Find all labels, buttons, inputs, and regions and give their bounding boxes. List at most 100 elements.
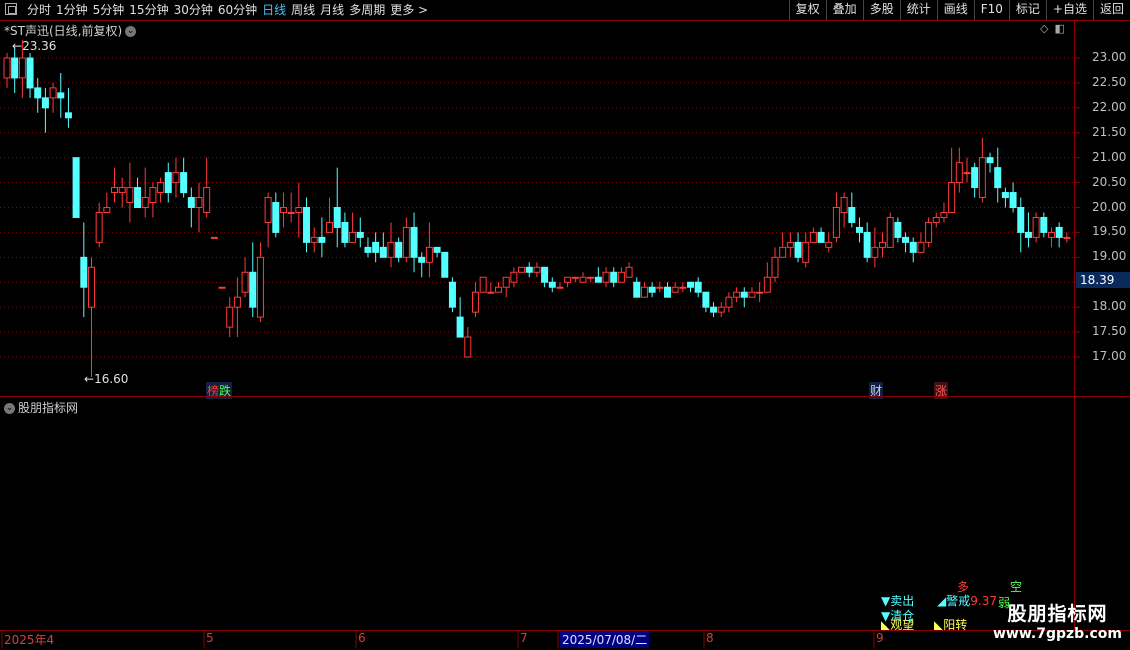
candle-body bbox=[694, 281, 702, 293]
candle-body bbox=[863, 231, 871, 258]
candle-body bbox=[579, 276, 587, 283]
candle-body bbox=[141, 197, 149, 209]
candle-body bbox=[249, 271, 257, 308]
candle-body bbox=[3, 57, 11, 79]
candle-body bbox=[118, 187, 126, 194]
candle-body bbox=[303, 207, 311, 243]
candle-body bbox=[1009, 192, 1017, 209]
candle-body bbox=[518, 266, 526, 273]
candle-body bbox=[541, 266, 549, 283]
candle-body bbox=[571, 276, 579, 279]
candle-body bbox=[349, 231, 357, 243]
candle-body bbox=[495, 286, 503, 293]
candle-body bbox=[464, 336, 472, 358]
candle-body bbox=[564, 276, 572, 283]
date-axis-label: 2025/07/08/二 bbox=[560, 631, 650, 648]
candle-body bbox=[978, 157, 986, 199]
candle-body bbox=[72, 157, 80, 218]
candle-body bbox=[940, 211, 948, 218]
date-axis-label: 7 bbox=[520, 631, 528, 645]
candle-body bbox=[733, 291, 741, 298]
price-tick-label: 17.50 bbox=[1092, 324, 1127, 339]
candle-body bbox=[848, 207, 856, 223]
candle-body bbox=[425, 246, 433, 263]
candle-body bbox=[656, 286, 664, 289]
candle-body bbox=[111, 187, 119, 194]
signal-warn-text: 警戒 bbox=[946, 594, 971, 608]
candle-body bbox=[26, 57, 34, 89]
candle-body bbox=[525, 266, 533, 273]
price-tick-label: 22.00 bbox=[1092, 99, 1127, 114]
date-axis-label: 5 bbox=[206, 631, 214, 645]
candle-body bbox=[87, 266, 95, 308]
candle-body bbox=[756, 291, 764, 294]
high-price-value: 23.36 bbox=[22, 39, 57, 53]
candle-body bbox=[1017, 207, 1025, 233]
candle-body bbox=[625, 266, 633, 278]
chevron-down-icon[interactable]: ⌄ bbox=[4, 403, 15, 414]
price-tick-label: 20.50 bbox=[1092, 174, 1127, 189]
signal-duo: 多 bbox=[957, 580, 970, 594]
candle-body bbox=[387, 241, 395, 258]
date-axis-label: 8 bbox=[706, 631, 714, 645]
low-price-marker: ←16.60 bbox=[84, 372, 129, 386]
candle-body bbox=[794, 241, 802, 258]
watermark-title: 股朋指标网 bbox=[1007, 603, 1108, 625]
date-axis-label: 6 bbox=[358, 631, 366, 645]
low-price-value: 16.60 bbox=[94, 372, 129, 386]
candle-body bbox=[825, 241, 833, 248]
candle-body bbox=[610, 271, 618, 283]
candle-body bbox=[226, 306, 234, 328]
candle-body bbox=[379, 246, 387, 258]
candle-body bbox=[441, 251, 449, 278]
indicator-pane-title-text: 股朋指标网 bbox=[18, 401, 79, 415]
candle-body bbox=[948, 182, 956, 213]
candle-body bbox=[855, 226, 863, 233]
candle-body bbox=[187, 197, 195, 209]
candle-body bbox=[95, 211, 103, 243]
candle-body bbox=[241, 271, 249, 293]
candle-body bbox=[679, 286, 687, 289]
candle-body bbox=[594, 276, 602, 283]
candle-body bbox=[879, 241, 887, 248]
candle-body bbox=[510, 271, 518, 283]
candle-body bbox=[786, 241, 794, 248]
price-tick-label: 17.00 bbox=[1092, 349, 1127, 363]
watermark: 股朋指标网 www.7gpzb.com bbox=[993, 599, 1122, 642]
candle-body bbox=[663, 286, 671, 298]
candle-body bbox=[817, 231, 825, 243]
candle-body bbox=[717, 306, 725, 313]
candle-body bbox=[203, 187, 211, 213]
indicator-pane-title[interactable]: ⌄ 股朋指标网 bbox=[4, 399, 78, 416]
candle-body bbox=[1024, 231, 1032, 238]
watermark-url: www.7gpzb.com bbox=[992, 626, 1122, 642]
candle-body bbox=[402, 226, 410, 258]
candle-body bbox=[333, 207, 341, 228]
candle-body bbox=[395, 241, 403, 258]
signal-kong: 空 bbox=[1010, 580, 1023, 594]
candle-body bbox=[725, 296, 733, 308]
candle-body bbox=[671, 286, 679, 293]
candle-body bbox=[364, 246, 372, 253]
price-tick-label: 19.50 bbox=[1092, 224, 1127, 239]
candle-body bbox=[548, 281, 556, 288]
candle-body bbox=[710, 306, 718, 313]
candle-body bbox=[802, 241, 810, 263]
candle-body bbox=[986, 157, 994, 164]
candle-body bbox=[533, 266, 541, 273]
candle-body bbox=[832, 207, 840, 238]
candle-body bbox=[34, 87, 42, 99]
candle-body bbox=[372, 241, 380, 253]
candle-body bbox=[487, 291, 495, 294]
candle-body bbox=[971, 167, 979, 189]
candle-body bbox=[955, 162, 963, 184]
price-tick-label: 20.00 bbox=[1092, 199, 1127, 214]
candle-body bbox=[925, 221, 933, 243]
candle-body bbox=[1040, 216, 1048, 233]
candle-body bbox=[871, 246, 879, 258]
candle-body bbox=[180, 172, 188, 194]
candle-body bbox=[1032, 216, 1040, 238]
candle-body bbox=[587, 276, 595, 279]
candle-body bbox=[1055, 226, 1063, 238]
candle-body bbox=[256, 256, 264, 318]
